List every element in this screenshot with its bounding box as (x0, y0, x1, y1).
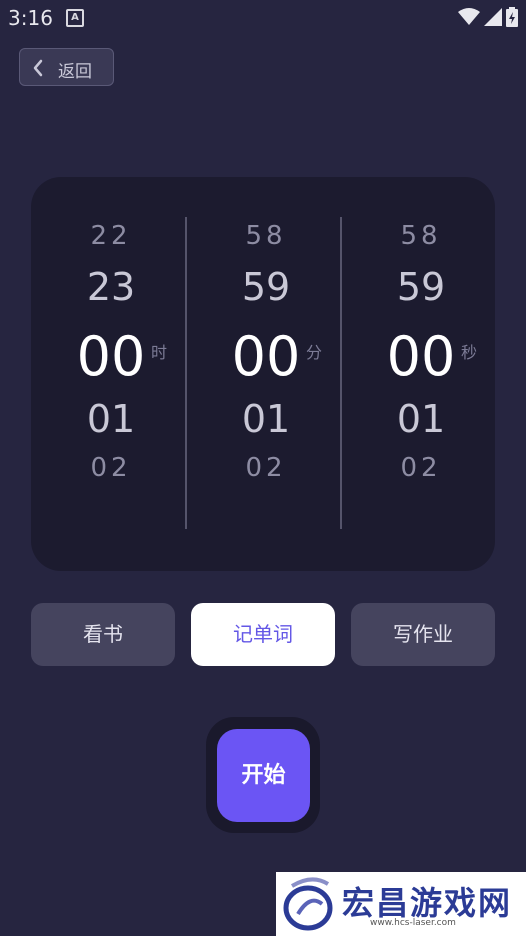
hour-above[interactable]: 23 (51, 265, 171, 309)
back-button[interactable]: 返回 (19, 48, 114, 86)
watermark: 宏昌游戏网 www.hcs-laser.com (276, 872, 526, 936)
back-label: 返回 (58, 62, 92, 82)
minute-above[interactable]: 59 (206, 265, 326, 309)
column-divider (185, 217, 187, 529)
hour-below[interactable]: 01 (51, 397, 171, 441)
second-above[interactable]: 59 (361, 265, 481, 309)
second-below[interactable]: 01 (361, 397, 481, 441)
chevron-left-icon (33, 59, 43, 77)
task-button-reading[interactable]: 看书 (31, 603, 175, 666)
hours-wheel[interactable]: 22 23 00 时 01 02 (51, 177, 205, 571)
battery-icon (506, 7, 518, 27)
hour-far-above[interactable]: 22 (51, 221, 171, 251)
second-far-below[interactable]: 02 (361, 453, 481, 483)
task-button-homework[interactable]: 写作业 (351, 603, 495, 666)
hour-unit: 时 (151, 343, 168, 362)
task-button-vocabulary[interactable]: 记单词 (191, 603, 335, 666)
time-picker: 22 23 00 时 01 02 58 59 00 分 01 02 58 59 … (31, 177, 495, 571)
cellular-signal-icon (484, 8, 502, 26)
hour-far-below[interactable]: 02 (51, 453, 171, 483)
minute-far-above[interactable]: 58 (206, 221, 326, 251)
minute-below[interactable]: 01 (206, 397, 326, 441)
start-button[interactable]: 开始 (217, 729, 310, 822)
status-icons (458, 6, 518, 28)
wifi-icon (458, 8, 480, 25)
watermark-logo (283, 877, 333, 931)
minute-unit: 分 (306, 343, 323, 362)
second-unit: 秒 (461, 343, 478, 362)
minutes-wheel[interactable]: 58 59 00 分 01 02 (206, 177, 360, 571)
notification-icon: A (66, 9, 84, 27)
minute-far-below[interactable]: 02 (206, 453, 326, 483)
status-time: 3:16 (8, 6, 53, 30)
status-bar: 3:16 A (0, 0, 526, 36)
second-far-above[interactable]: 58 (361, 221, 481, 251)
column-divider (340, 217, 342, 529)
watermark-url: www.hcs-laser.com (370, 918, 456, 928)
seconds-wheel[interactable]: 58 59 00 秒 01 02 (361, 177, 515, 571)
